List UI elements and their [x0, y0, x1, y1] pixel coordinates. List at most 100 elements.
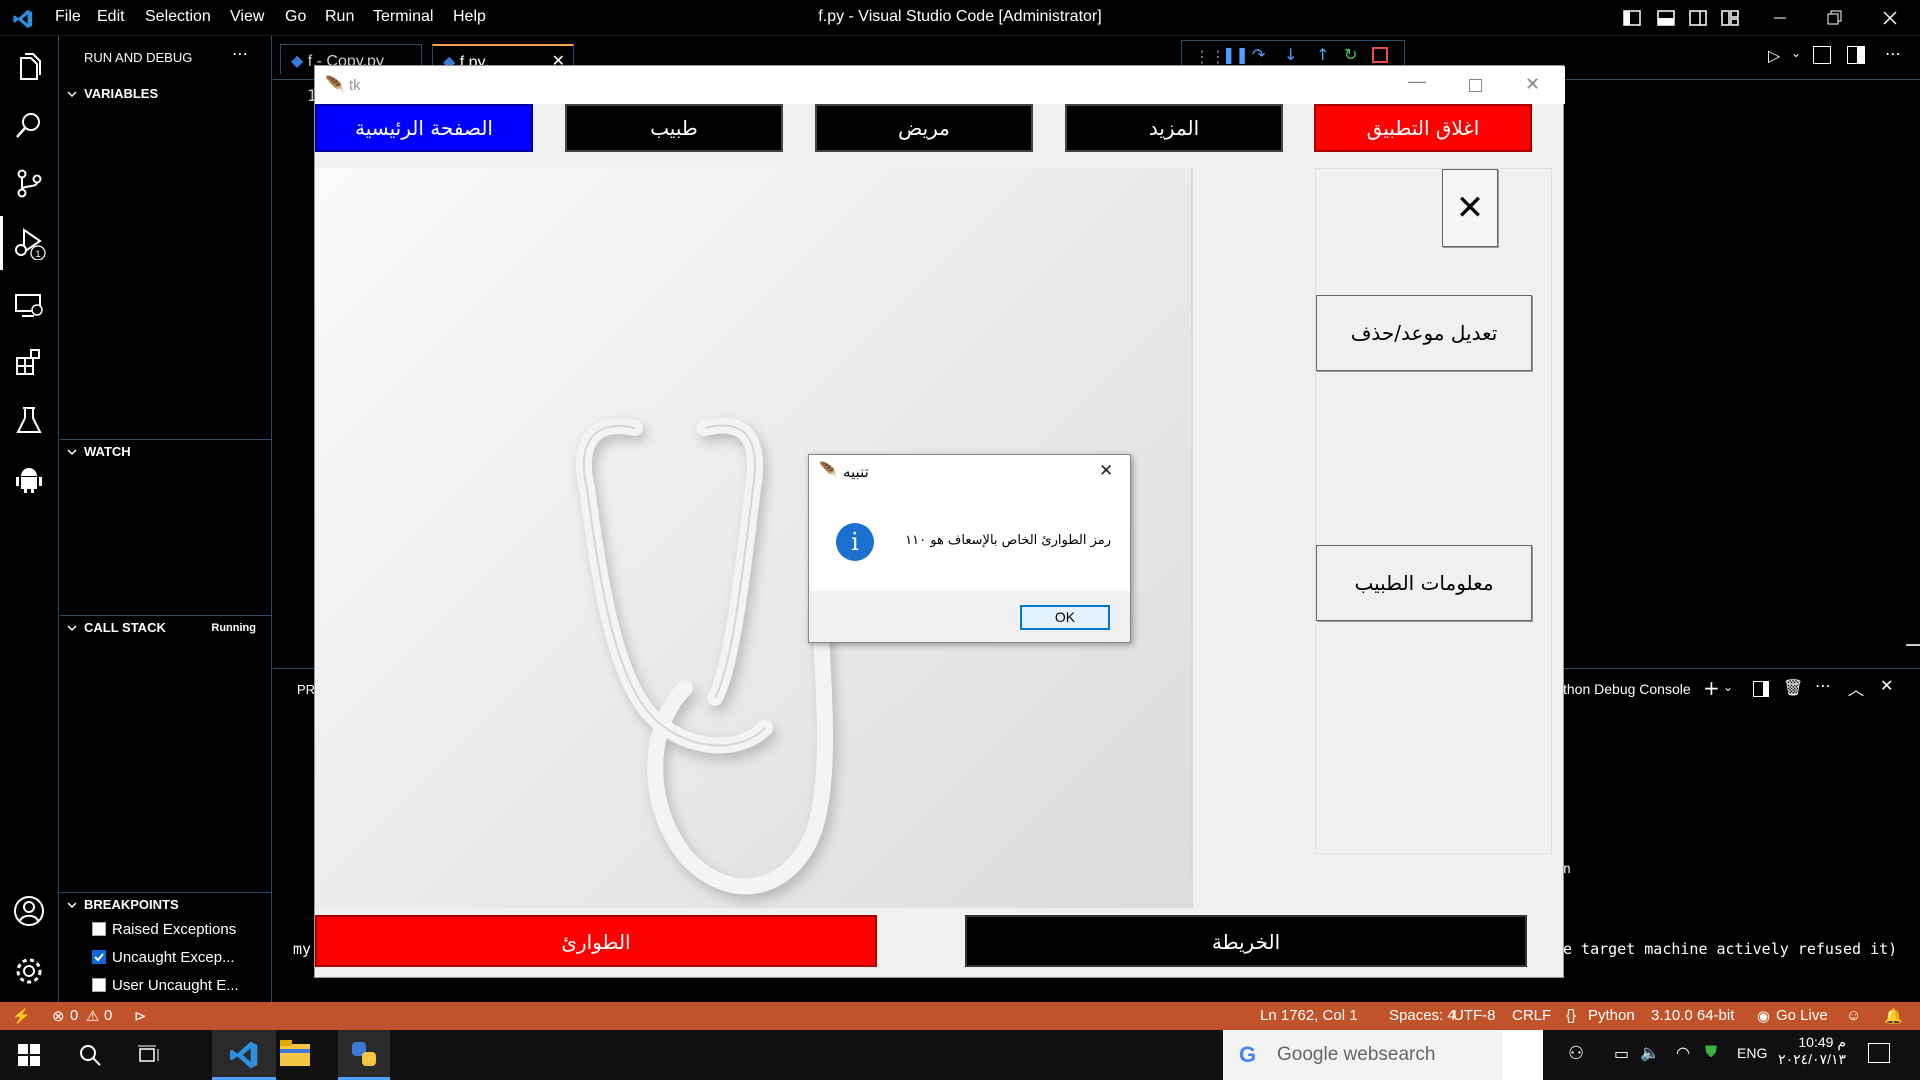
chevron-down-icon[interactable]: ⌄	[1723, 680, 1733, 694]
security-shield-icon[interactable]: ⛊	[1705, 1042, 1717, 1062]
breakpoint-item[interactable]: Uncaught Excep...	[92, 946, 235, 970]
go-live[interactable]: Go Live	[1776, 1007, 1828, 1024]
action-center-icon[interactable]	[1868, 1043, 1890, 1063]
cursor-position[interactable]: Ln 1762, Col 1	[1260, 1007, 1358, 1024]
more-actions-icon[interactable]: ⋯	[1885, 44, 1901, 63]
nav-button-doctor[interactable]: طبيب	[565, 104, 783, 152]
maximize-panel-icon[interactable]: ︿	[1848, 676, 1864, 700]
google-search-box[interactable]: G Google websearch	[1223, 1030, 1543, 1080]
account-icon[interactable]	[12, 894, 46, 928]
menu-file[interactable]: File	[55, 8, 81, 26]
menu-go[interactable]: Go	[285, 8, 306, 26]
open-changes-icon[interactable]	[1813, 46, 1831, 64]
toggle-panel-icon[interactable]	[1654, 6, 1678, 30]
errors-icon[interactable]: ⊗	[52, 1007, 65, 1025]
python-interpreter[interactable]: 3.10.0 64-bit	[1651, 1007, 1734, 1024]
close-window-icon[interactable]	[1878, 6, 1902, 30]
trash-icon[interactable]: 🗑	[1783, 678, 1803, 697]
emergency-button[interactable]: الطوارئ	[315, 915, 877, 967]
chevron-down-icon[interactable]: ⌄	[1791, 46, 1801, 60]
menu-view[interactable]: View	[230, 8, 264, 26]
debug-console-selector[interactable]: thon Debug Console	[1563, 681, 1691, 697]
taskbar-vscode[interactable]	[212, 1030, 276, 1080]
edit-delete-appointment-button[interactable]: تعديل موعد/حذف	[1316, 295, 1532, 371]
step-out-icon[interactable]: ↑	[1316, 45, 1329, 64]
volume-icon[interactable]: 🔈	[1640, 1043, 1660, 1062]
people-icon[interactable]: ⚇	[1568, 1043, 1584, 1064]
braces-icon[interactable]: {}	[1566, 1007, 1576, 1024]
clock[interactable]: 10:49 م ٢٠٢٤/٠٧/١٣	[1776, 1034, 1846, 1068]
search-icon[interactable]	[12, 108, 46, 142]
new-terminal-icon[interactable]: +	[1703, 676, 1720, 700]
notifications-bell-icon[interactable]: 🔔	[1884, 1007, 1903, 1025]
run-file-icon[interactable]: ▷	[1768, 46, 1780, 65]
nav-button-patient[interactable]: مريض	[815, 104, 1033, 152]
close-panel-icon[interactable]: ✕	[1880, 676, 1893, 695]
windows-start-icon[interactable]	[18, 1044, 40, 1066]
breakpoint-item[interactable]: User Uncaught E...	[92, 974, 239, 998]
pause-icon[interactable]: ❚❚	[1222, 45, 1249, 64]
close-side-panel-button[interactable]: ✕	[1442, 169, 1498, 247]
checkbox[interactable]	[92, 922, 106, 936]
variables-section-header[interactable]: VARIABLES	[60, 82, 272, 106]
language-mode[interactable]: Python	[1588, 1007, 1635, 1024]
android-icon[interactable]	[12, 462, 46, 496]
split-terminal-icon[interactable]	[1753, 681, 1769, 697]
menu-run[interactable]: Run	[325, 8, 354, 26]
task-view-icon[interactable]	[137, 1044, 161, 1066]
restart-icon[interactable]: ↻	[1344, 45, 1357, 64]
step-into-icon[interactable]: ↓	[1284, 45, 1297, 64]
restore-icon[interactable]	[1822, 6, 1846, 30]
debug-launch-icon[interactable]: ⊳	[134, 1007, 147, 1025]
customize-layout-icon[interactable]	[1718, 6, 1742, 30]
step-over-icon[interactable]: ↷	[1252, 45, 1265, 64]
toggle-secondary-sidebar-icon[interactable]	[1686, 6, 1710, 30]
menu-terminal[interactable]: Terminal	[373, 8, 433, 26]
warnings-icon[interactable]: ⚠	[86, 1007, 99, 1025]
panel-tab-problems[interactable]: PR	[297, 682, 315, 697]
menu-selection[interactable]: Selection	[145, 8, 211, 26]
close-window-icon[interactable]: ✕	[1525, 74, 1540, 95]
extensions-icon[interactable]	[12, 346, 46, 380]
scrollbar-thumb[interactable]	[1906, 644, 1920, 646]
battery-icon[interactable]: ▭	[1614, 1044, 1629, 1063]
errors-count[interactable]: 0	[70, 1007, 78, 1024]
more-actions-icon[interactable]: ⋯	[1815, 676, 1831, 695]
split-editor-icon[interactable]	[1847, 46, 1865, 64]
explorer-icon[interactable]	[12, 50, 46, 84]
file-explorer-icon[interactable]	[280, 1040, 310, 1066]
wifi-icon[interactable]: ◠	[1676, 1043, 1690, 1062]
remote-explorer-icon[interactable]	[12, 288, 46, 322]
map-button[interactable]: الخريطة	[965, 915, 1527, 967]
taskbar-search-icon[interactable]	[78, 1043, 102, 1067]
feedback-icon[interactable]: ☺	[1846, 1007, 1861, 1024]
minimize-icon[interactable]	[1768, 6, 1792, 30]
taskbar-python[interactable]	[338, 1030, 390, 1080]
indentation[interactable]: Spaces: 4	[1389, 1007, 1456, 1024]
nav-button-more[interactable]: المزيد	[1065, 104, 1283, 152]
testing-icon[interactable]	[12, 404, 46, 438]
settings-gear-icon[interactable]	[12, 954, 46, 988]
broadcast-icon[interactable]: ◉	[1757, 1007, 1770, 1025]
menu-edit[interactable]: Edit	[97, 8, 125, 26]
source-control-icon[interactable]	[12, 166, 46, 200]
warnings-count[interactable]: 0	[104, 1007, 112, 1024]
maximize-icon[interactable]	[1469, 79, 1482, 92]
remote-indicator-icon[interactable]: ⚡	[12, 1007, 31, 1025]
ok-button[interactable]: OK	[1020, 605, 1110, 630]
nav-button-close-app[interactable]: اغلاق التطبيق	[1314, 104, 1532, 152]
end-of-line[interactable]: CRLF	[1512, 1007, 1551, 1024]
encoding[interactable]: UTF-8	[1453, 1007, 1496, 1024]
close-dialog-icon[interactable]: ✕	[1099, 461, 1113, 481]
minimize-icon[interactable]: —	[1408, 71, 1426, 92]
input-language[interactable]: ENG	[1737, 1045, 1767, 1061]
call-stack-section-header[interactable]: CALL STACK Running	[60, 615, 272, 639]
doctor-info-button[interactable]: معلومات الطبيب	[1316, 545, 1532, 621]
more-actions-icon[interactable]: ⋯	[232, 44, 248, 63]
breakpoint-item[interactable]: Raised Exceptions	[92, 918, 236, 942]
menu-help[interactable]: Help	[453, 8, 486, 26]
breakpoints-section-header[interactable]: BREAKPOINTS	[60, 892, 272, 916]
stop-icon[interactable]	[1372, 47, 1388, 63]
checkbox-checked[interactable]	[92, 950, 106, 964]
nav-button-home[interactable]: الصفحة الرئيسية	[315, 104, 533, 152]
